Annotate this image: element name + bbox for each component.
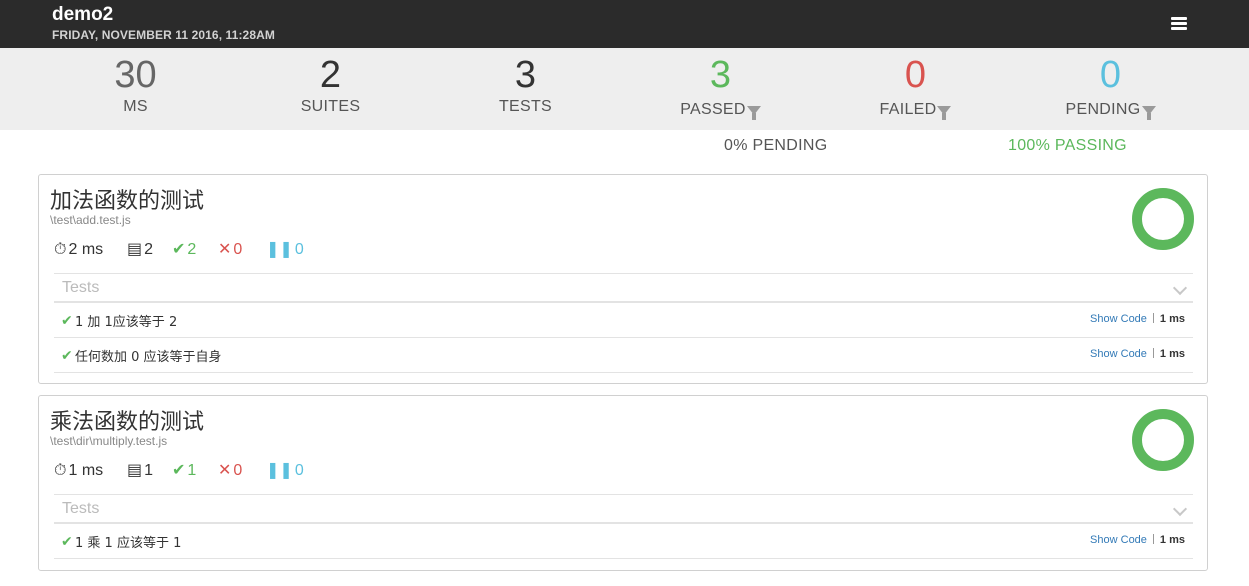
x-icon: ✕ [218, 241, 232, 258]
stat-suites-value: 2 [319, 54, 342, 96]
suite-title: 乘法函数的测试 [50, 410, 205, 435]
pause-icon: ❚❚ [266, 241, 293, 258]
chevron-down-icon[interactable] [1172, 501, 1188, 517]
checkmark-icon: ✔ [61, 312, 73, 328]
suite-total-value: 2 [144, 241, 154, 258]
checkmark-icon: ✔ [61, 533, 73, 549]
stat-passed-label: PASSED [680, 101, 746, 118]
test-duration: 1 ms [1159, 534, 1185, 546]
suite-pass-donut-chart [1132, 409, 1194, 471]
test-meta: Show Code 1 ms [1090, 348, 1185, 360]
stat-failed-label: FAILED [879, 101, 937, 118]
stat-duration: 30 MS [38, 54, 233, 116]
stopwatch-icon: ⏱ [54, 462, 67, 479]
test-meta: Show Code 1 ms [1090, 313, 1185, 325]
suite-passed-value: 1 [187, 462, 197, 479]
stat-passed[interactable]: 3 PASSED [623, 54, 818, 120]
show-code-link[interactable]: Show Code [1090, 348, 1147, 360]
stopwatch-icon: ⏱ [54, 241, 67, 258]
donut-passed-arc [1132, 409, 1194, 471]
test-row[interactable]: ✔ 任何数加 0 应该等于自身 Show Code 1 ms [54, 338, 1193, 373]
stat-suites: 2 SUITES [233, 54, 428, 116]
stat-tests-label: TESTS [498, 98, 553, 115]
document-icon: ▤ [127, 462, 143, 479]
document-icon: ▤ [127, 241, 143, 258]
test-title: 任何数加 0 应该等于自身 [75, 350, 222, 365]
stats-bar: 30 MS 2 SUITES 3 TESTS 3 PASSED 0 FAILED… [0, 48, 1249, 130]
suite-file: \test\dir\multiply.test.js [50, 434, 168, 448]
stat-pending-label: PENDING [1065, 101, 1141, 118]
suite-total: ▤ 1 [127, 460, 153, 482]
suite-card: 乘法函数的测试 \test\dir\multiply.test.js ⏱ 1 ms… [38, 395, 1208, 571]
stat-failed-value: 0 [904, 54, 927, 96]
report-date: FRIDAY, NOVEMBER 11 2016, 11:28AM [52, 28, 275, 42]
suite-passed-value: 2 [187, 241, 197, 258]
suite-failed-value: 0 [233, 462, 243, 479]
test-title: 1 加 1应该等于 2 [75, 315, 178, 330]
navbar: demo2 FRIDAY, NOVEMBER 11 2016, 11:28AM [0, 0, 1249, 48]
suite-pass-donut-chart [1132, 188, 1194, 250]
test-duration: 1 ms [1159, 313, 1185, 325]
donut-passed-arc [1132, 188, 1194, 250]
test-duration: 1 ms [1159, 348, 1185, 360]
test-meta: Show Code 1 ms [1090, 534, 1185, 546]
stat-tests-value: 3 [514, 54, 537, 96]
show-code-link[interactable]: Show Code [1090, 534, 1147, 546]
suite-duration-value: 2 ms [68, 241, 104, 258]
test-title: 1 乘 1 应该等于 1 [75, 536, 182, 551]
stat-pending-filter[interactable]: PENDING [1013, 101, 1208, 120]
stat-passed-filter[interactable]: PASSED [623, 101, 818, 120]
suite-pending: ❚❚ 0 [266, 460, 304, 482]
suite-failed: ✕ 0 [218, 239, 242, 261]
separator [1152, 348, 1154, 358]
test-row[interactable]: ✔ 1 加 1应该等于 2 Show Code 1 ms [54, 303, 1193, 338]
stat-suites-label: SUITES [300, 98, 361, 115]
show-code-link[interactable]: Show Code [1090, 313, 1147, 325]
stat-pending[interactable]: 0 PENDING [1013, 54, 1208, 120]
suite-card: 加法函数的测试 \test\add.test.js ⏱ 2 ms ▤ 2 ✔ 2 ✕ 0… [38, 174, 1208, 384]
suite-pending: ❚❚ 0 [266, 239, 304, 261]
stat-failed[interactable]: 0 FAILED [818, 54, 1013, 120]
pending-percentage: 0% PENDING [724, 137, 828, 154]
suite-file: \test\add.test.js [50, 213, 131, 227]
separator [1152, 534, 1154, 544]
suite-pending-value: 0 [294, 462, 304, 479]
stat-passed-value: 3 [709, 54, 732, 96]
tests-section-header[interactable]: Tests [54, 273, 1193, 303]
x-icon: ✕ [218, 462, 232, 479]
stat-tests: 3 TESTS [428, 54, 623, 116]
pause-icon: ❚❚ [266, 462, 293, 479]
suite-failed-value: 0 [233, 241, 243, 258]
tests-section-header[interactable]: Tests [54, 494, 1193, 524]
hamburger-menu-icon[interactable] [1170, 15, 1188, 31]
stat-pending-value: 0 [1099, 54, 1122, 96]
separator [1152, 313, 1154, 323]
suite-pending-value: 0 [294, 241, 304, 258]
tests-section-label: Tests [62, 279, 100, 296]
suite-passed: ✔ 2 [172, 239, 196, 261]
stat-duration-label: MS [123, 98, 148, 115]
stat-failed-filter[interactable]: FAILED [818, 101, 1013, 120]
filter-icon[interactable] [937, 106, 952, 120]
test-row[interactable]: ✔ 1 乘 1 应该等于 1 Show Code 1 ms [54, 524, 1193, 559]
filter-icon[interactable] [746, 106, 761, 120]
suite-total: ▤ 2 [127, 239, 153, 261]
filter-icon[interactable] [1141, 106, 1156, 120]
checkmark-icon: ✔ [61, 347, 73, 363]
suite-duration-value: 1 ms [68, 462, 104, 479]
passing-percentage: 100% PASSING [1008, 137, 1127, 154]
checkmark-icon: ✔ [172, 241, 186, 258]
suite-duration: ⏱ 1 ms [54, 460, 103, 482]
tests-section-label: Tests [62, 500, 100, 517]
stat-duration-value: 30 [114, 54, 157, 96]
suite-title: 加法函数的测试 [50, 189, 205, 214]
chevron-down-icon[interactable] [1172, 280, 1188, 296]
suite-passed: ✔ 1 [172, 460, 196, 482]
suite-duration: ⏱ 2 ms [54, 239, 103, 261]
checkmark-icon: ✔ [172, 462, 186, 479]
report-title: demo2 [52, 4, 114, 25]
suite-total-value: 1 [144, 462, 154, 479]
suite-failed: ✕ 0 [218, 460, 242, 482]
